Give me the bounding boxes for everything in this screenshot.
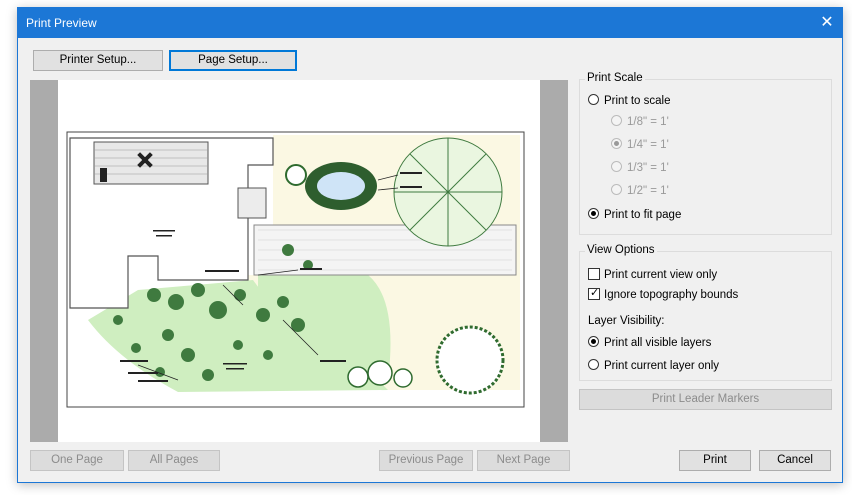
print-leader-markers-button: Print Leader Markers [579,389,832,410]
page-setup-button[interactable]: Page Setup... [169,50,297,71]
ignore-topography-label: Ignore topography bounds [604,289,739,301]
radio-icon [588,208,599,219]
print-preview-dialog: Print Preview ✕ Printer Setup... Page Se… [17,7,843,483]
preview-pane[interactable] [30,80,568,442]
layer-visibility-label: Layer Visibility: [588,315,665,327]
scale-option-label: 1/4" = 1' [627,139,669,151]
view-options-group-label: View Options [585,244,657,256]
close-icon[interactable]: ✕ [812,8,842,38]
scale-option-label: 1/8" = 1' [627,116,669,128]
all-pages-button: All Pages [128,450,220,471]
print-current-view-label: Print current view only [604,269,718,281]
previous-page-button: Previous Page [379,450,473,471]
window-title: Print Preview [26,16,97,30]
one-page-button: One Page [30,450,124,471]
radio-icon [611,161,622,172]
radio-icon [588,336,599,347]
printer-setup-button[interactable]: Printer Setup... [33,50,163,71]
title-bar: Print Preview ✕ [18,8,842,38]
radio-icon [611,184,622,195]
site-plan-drawing [66,131,525,408]
print-to-fit-label: Print to fit page [604,209,682,221]
radio-icon [611,115,622,126]
next-page-button: Next Page [477,450,570,471]
print-button[interactable]: Print [679,450,751,471]
scale-option-label: 1/3" = 1' [627,162,669,174]
checkbox-checked-icon: ✓ [588,287,600,300]
print-current-layer-label: Print current layer only [604,360,720,372]
checkbox-icon [588,268,600,280]
print-all-layers-label: Print all visible layers [604,337,712,349]
cancel-button[interactable]: Cancel [759,450,831,471]
radio-icon [588,94,599,105]
print-scale-group-label: Print Scale [585,72,645,84]
print-to-scale-label: Print to scale [604,95,671,107]
radio-icon [588,359,599,370]
radio-icon [611,138,622,149]
preview-page [58,80,540,442]
scale-option-label: 1/2" = 1' [627,185,669,197]
